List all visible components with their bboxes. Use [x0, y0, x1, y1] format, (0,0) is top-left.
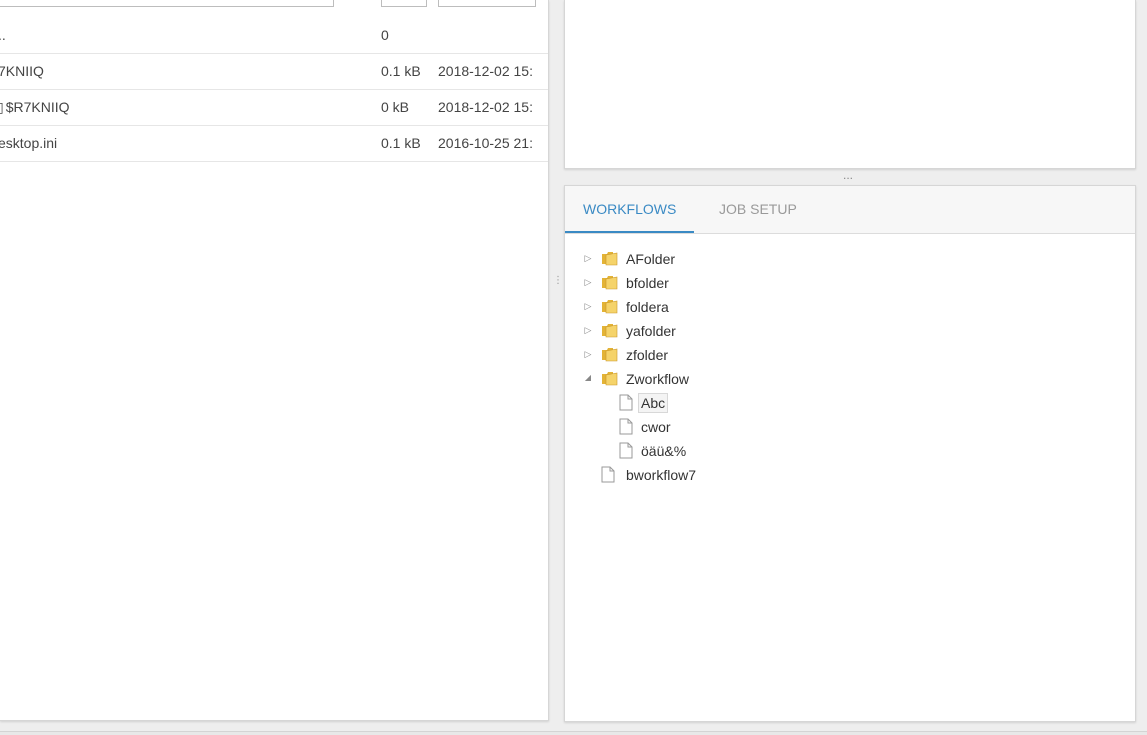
path-input[interactable] [0, 0, 334, 7]
file-icon [619, 442, 633, 459]
file-name: ▯$R7KNIIQ [0, 99, 70, 116]
expand-arrow-icon[interactable]: ▷ [583, 252, 593, 264]
tree-node-label: foldera [626, 299, 669, 315]
file-icon [619, 394, 633, 411]
expand-arrow-icon[interactable]: ▷ [583, 348, 593, 360]
file-row[interactable]: esktop.ini 0.1 kB 2016-10-25 21: [0, 126, 548, 162]
file-name: esktop.ini [0, 135, 58, 151]
tree-node-label: yafolder [626, 323, 676, 339]
folder-icon [602, 300, 618, 314]
expand-arrow-icon[interactable]: ▷ [583, 324, 593, 336]
file-name: 7KNIIQ [0, 63, 44, 79]
folder-icon [602, 252, 618, 266]
tab-workflows[interactable]: WORKFLOWS [565, 186, 695, 233]
file-icon [601, 466, 615, 483]
file-list-panel: .. 0 7KNIIQ 0.1 kB 2018-12-02 15: ▯$R7KN… [0, 0, 549, 721]
file-date: 2016-10-25 21: [438, 135, 533, 151]
tree-node-label: bfolder [626, 275, 669, 291]
file-row[interactable]: 7KNIIQ 0.1 kB 2018-12-02 15: [0, 54, 548, 90]
status-strip [0, 731, 1147, 735]
folder-icon [602, 348, 618, 362]
toolbar-button[interactable] [381, 0, 427, 7]
vertical-splitter-handle[interactable]: ⋮ [553, 276, 563, 296]
file-row[interactable]: .. 0 [0, 18, 548, 54]
file-size: 0 [381, 27, 389, 43]
preview-panel [564, 0, 1136, 169]
tab-bar: WORKFLOWS JOB SETUP [565, 186, 1135, 234]
workflows-panel: WORKFLOWS JOB SETUP ▷ AFolder ▷ bfolder … [564, 185, 1136, 722]
file-row[interactable]: ▯$R7KNIIQ 0 kB 2018-12-02 15: [0, 90, 548, 126]
file-name-text: $R7KNIIQ [5, 99, 70, 115]
expand-arrow-icon[interactable]: ▷ [583, 276, 593, 288]
file-date: 2018-12-02 15: [438, 63, 533, 79]
tree-node-label: öäü&% [641, 443, 687, 459]
file-size: 0 kB [381, 99, 410, 115]
file-date: 2018-12-02 15: [438, 99, 533, 115]
tree-node-label: bworkflow7 [626, 467, 697, 483]
folder-icon [602, 324, 618, 338]
horizontal-splitter-handle[interactable]: ... [843, 169, 853, 181]
file-name: .. [0, 27, 6, 43]
expand-arrow-icon[interactable]: ▷ [583, 300, 593, 312]
folder-open-icon [602, 372, 618, 386]
folder-icon [602, 276, 618, 290]
tree-node-label: cwor [641, 419, 671, 435]
tree-node-label: Abc [638, 393, 669, 413]
tab-job-setup[interactable]: JOB SETUP [701, 186, 815, 232]
app-window: .. 0 7KNIIQ 0.1 kB 2018-12-02 15: ▯$R7KN… [0, 0, 1147, 735]
file-size: 0.1 kB [381, 63, 421, 79]
toolbar-button[interactable] [438, 0, 536, 7]
tree-node-label: zfolder [626, 347, 669, 363]
collapse-arrow-icon[interactable]: ◢ [583, 372, 593, 384]
file-icon [619, 418, 633, 435]
tree-node-label: AFolder [626, 251, 676, 267]
tree-node-label: Zworkflow [626, 371, 690, 387]
file-size: 0.1 kB [381, 135, 421, 151]
file-name-prefix: ▯ [0, 99, 4, 115]
